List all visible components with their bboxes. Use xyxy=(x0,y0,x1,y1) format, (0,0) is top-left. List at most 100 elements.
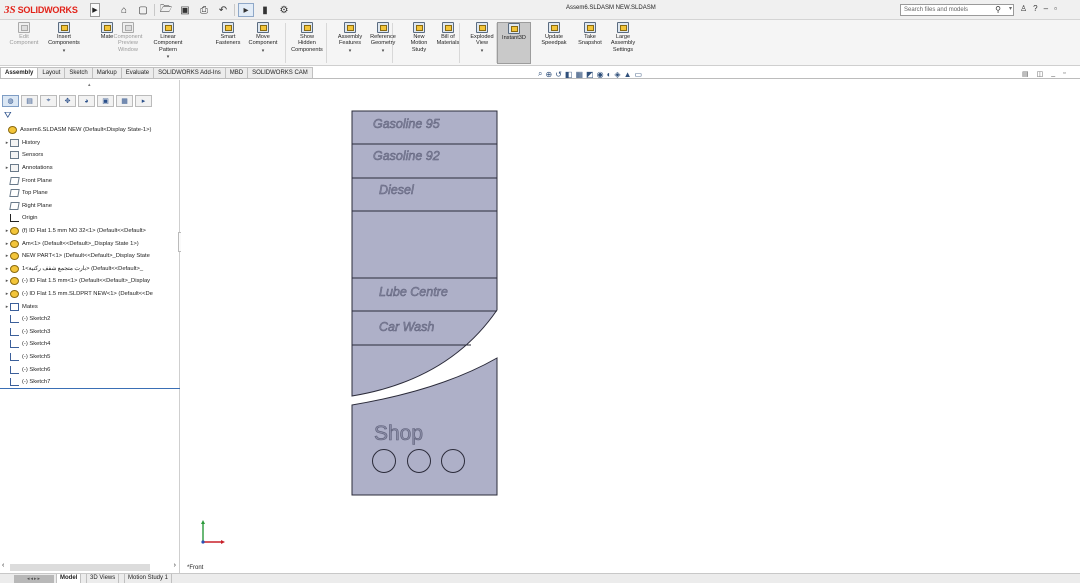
edit-component-button[interactable]: Edit Component xyxy=(4,22,44,64)
scroll-left-icon[interactable]: ‹ xyxy=(2,562,4,569)
instant3d-button[interactable]: Instant3D xyxy=(497,22,531,64)
section-view-icon[interactable]: ◧ xyxy=(565,70,573,79)
solidworks-logo[interactable]: 3S SOLIDWORKS xyxy=(4,2,90,17)
more-tabs-icon[interactable]: ▸ xyxy=(135,95,152,107)
dropdown-caret-icon[interactable]: ▾ xyxy=(349,48,352,54)
open-icon[interactable]: 🗁 xyxy=(158,3,174,17)
tree-item[interactable]: Assem6.SLDASM NEW (Default<Display State… xyxy=(0,124,180,137)
zoom-to-area-icon[interactable]: ⊕ xyxy=(545,70,552,79)
tree-item[interactable]: ▸ Annotations xyxy=(0,162,180,175)
insert-components-button[interactable]: Insert Components ▾ xyxy=(44,22,84,64)
search-input[interactable]: Search files and models ⚲ ▾ xyxy=(900,4,1014,16)
feature-manager-tab-icon[interactable]: ◍ xyxy=(2,95,19,107)
tree-item[interactable]: Right Plane xyxy=(0,200,180,213)
select-icon[interactable]: ▸ xyxy=(238,3,254,17)
exploded-view-button[interactable]: Exploded View ▾ xyxy=(462,22,502,64)
cam-operation-tree-tab-icon[interactable]: ▦ xyxy=(116,95,133,107)
tile-icon[interactable]: ◫ xyxy=(1037,70,1044,78)
bottom-tab-motion-study-1[interactable]: Motion Study 1 xyxy=(124,574,173,583)
print-icon[interactable]: ⎙ xyxy=(196,3,212,17)
tree-item[interactable]: (-) Sketch6 xyxy=(0,363,180,376)
dropdown-caret-icon[interactable]: ▾ xyxy=(63,48,66,54)
tree-item[interactable]: (-) Sketch2 xyxy=(0,313,180,326)
tab-sketch[interactable]: Sketch xyxy=(64,67,93,78)
task-pane-icon[interactable]: ▤ xyxy=(1022,70,1029,78)
configuration-manager-tab-icon[interactable]: ⌖ xyxy=(40,95,57,107)
save-icon[interactable]: ▣ xyxy=(177,3,193,17)
edit-appearance-icon[interactable]: ◈ xyxy=(614,70,620,79)
doc-minimize-icon[interactable]: _ xyxy=(1051,70,1055,78)
view-settings-icon[interactable]: ▭ xyxy=(634,70,642,79)
dropdown-caret-icon[interactable]: ▾ xyxy=(382,48,385,54)
scroll-thumb[interactable] xyxy=(10,564,150,571)
tree-item[interactable]: Sensors xyxy=(0,149,180,162)
panel-collapse-grip-icon[interactable]: ▴ xyxy=(88,82,91,88)
dropdown-caret-icon[interactable]: ▾ xyxy=(262,48,265,54)
linear-component-pattern-button[interactable]: Linear Component Pattern ▾ xyxy=(148,22,188,64)
tree-item[interactable]: ▸ Am<1> (Default<<Default>_Display State … xyxy=(0,237,180,250)
tree-item[interactable]: ▸ (-) ID Flat 1.5 mm<1> (Default<<Default… xyxy=(0,275,180,288)
bottom-tab-3d-views[interactable]: 3D Views xyxy=(86,574,120,583)
rebuild-icon[interactable]: ▮ xyxy=(257,3,273,17)
tree-item[interactable]: ▸ (f) ID Flat 1.5 mm NO 32<1> (Default<<D… xyxy=(0,225,180,238)
dropdown-caret-icon[interactable]: ▾ xyxy=(481,48,484,54)
undo-icon[interactable]: ↶ xyxy=(215,3,231,17)
tree-item[interactable]: Top Plane xyxy=(0,187,180,200)
scroll-right-icon[interactable]: › xyxy=(174,562,176,569)
tree-item[interactable]: ▸ (-) ID Flat 1.5 mm.SLDPRT NEW<1> (Defau… xyxy=(0,288,180,301)
user-icon[interactable]: ♙ xyxy=(1020,4,1027,13)
restore-icon[interactable]: ▫ xyxy=(1054,4,1057,13)
zoom-to-fit-icon[interactable]: ⌕ xyxy=(538,69,542,79)
home-icon[interactable]: ⌂ xyxy=(116,3,132,17)
tab-solidworks-cam[interactable]: SOLIDWORKS CAM xyxy=(247,67,313,78)
tree-item[interactable]: ▸ Mates xyxy=(0,300,180,313)
tab-assembly[interactable]: Assembly xyxy=(0,67,39,78)
previous-view-icon[interactable]: ↺ xyxy=(555,70,562,79)
rollback-bar[interactable] xyxy=(0,388,180,389)
tab-scroll-arrows-icon[interactable]: ◂◂▸▸ xyxy=(14,575,54,583)
menu-expand-arrow-icon[interactable]: ▶ xyxy=(90,3,100,17)
tab-evaluate[interactable]: Evaluate xyxy=(120,67,155,78)
reference-geometry-button[interactable]: Reference Geometry ▾ xyxy=(363,22,403,64)
tab-markup[interactable]: Markup xyxy=(91,67,122,78)
component-preview-window-button[interactable]: Component Preview Window xyxy=(108,22,148,64)
tab-solidworks-add-ins[interactable]: SOLIDWORKS Add-Ins xyxy=(153,67,226,78)
horizontal-scrollbar[interactable]: ‹ › xyxy=(0,562,180,572)
new-icon[interactable]: ▢ xyxy=(135,3,151,17)
model-view[interactable]: Gasoline 95 Gasoline 92 Diesel Lube Centre C… xyxy=(181,80,1080,576)
dimxpert-manager-tab-icon[interactable]: ✥ xyxy=(59,95,76,107)
scene-icon[interactable]: ▲ xyxy=(624,70,632,79)
show-hidden-components-button[interactable]: Show Hidden Components xyxy=(287,22,327,64)
doc-maximize-icon[interactable]: ▫ xyxy=(1063,70,1065,78)
search-icon[interactable]: ⚲ xyxy=(995,5,1001,14)
smart-fasteners-button[interactable]: Smart Fasteners xyxy=(208,22,248,64)
display-style-icon[interactable]: ◉ xyxy=(597,70,604,79)
filter-icon[interactable]: ⛛ xyxy=(4,110,12,121)
tree-item[interactable]: (-) Sketch3 xyxy=(0,326,180,339)
tree-item[interactable]: Front Plane xyxy=(0,174,180,187)
options-icon[interactable]: ⚙ xyxy=(276,3,292,17)
graphics-area[interactable]: Gasoline 95 Gasoline 92 Diesel Lube Centre C… xyxy=(181,80,1080,576)
tree-item[interactable]: Origin xyxy=(0,212,180,225)
move-component-button[interactable]: Move Component ▾ xyxy=(243,22,283,64)
tree-item[interactable]: ▸ History xyxy=(0,137,180,150)
property-manager-tab-icon[interactable]: ▤ xyxy=(21,95,38,107)
hide-show-items-icon[interactable]: ◐ xyxy=(607,70,612,79)
view-orientation-icon[interactable]: ◩ xyxy=(586,70,594,79)
tree-item[interactable]: ▸ 1<بارت متجمع شفف ركنية> (Default<<Defau… xyxy=(0,263,180,276)
help-icon[interactable]: ? xyxy=(1033,4,1037,13)
tree-item[interactable]: (-) Sketch4 xyxy=(0,338,180,351)
cam-feature-tree-tab-icon[interactable]: ▣ xyxy=(97,95,114,107)
tab-mbd[interactable]: MBD xyxy=(224,67,249,78)
large-assembly-settings-button[interactable]: Large Assembly Settings xyxy=(603,22,643,64)
dynamic-annotation-icon[interactable]: ▦ xyxy=(575,70,583,79)
tab-layout[interactable]: Layout xyxy=(37,67,66,78)
display-manager-tab-icon[interactable]: ◕ xyxy=(78,95,95,107)
update-speedpak-button[interactable]: Update Speedpak xyxy=(534,22,574,64)
dropdown-caret-icon[interactable]: ▾ xyxy=(167,54,170,60)
tree-item[interactable]: (-) Sketch5 xyxy=(0,351,180,364)
search-dropdown-icon[interactable]: ▾ xyxy=(1009,5,1012,12)
tree-item[interactable]: (-) Sketch7 xyxy=(0,376,180,389)
tree-item[interactable]: ▸ NEW PART<1> (Default<<Default>_Display … xyxy=(0,250,180,263)
minimize-icon[interactable]: – xyxy=(1044,4,1048,13)
